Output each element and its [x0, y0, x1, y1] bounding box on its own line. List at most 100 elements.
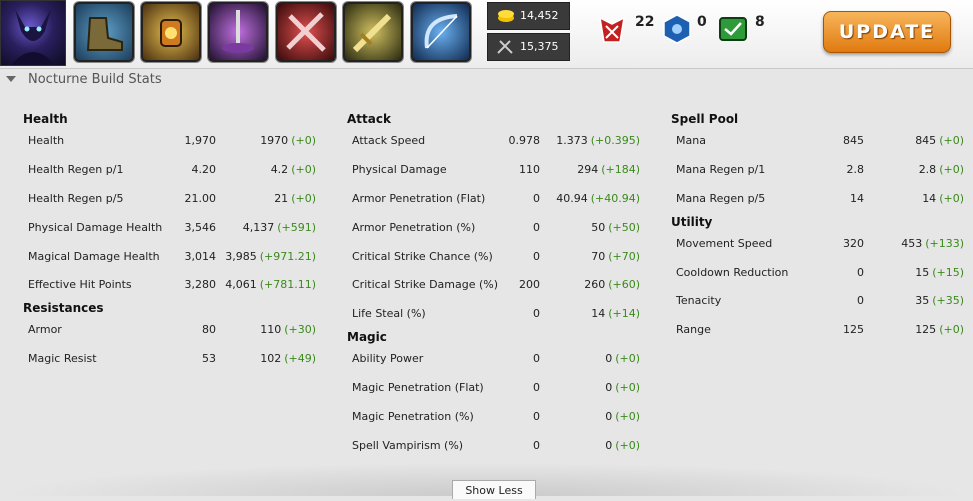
show-less-button[interactable]: Show Less — [452, 480, 536, 499]
stat-total-value: 4.2 (+0) — [271, 163, 316, 176]
stat-base-value: 1,970 — [184, 134, 217, 147]
stat-total-value: 14 (+0) — [922, 192, 964, 205]
stat-bonus: (+15) — [932, 265, 964, 279]
stat-base-value: 3,014 — [184, 249, 217, 263]
golden-sword-icon — [352, 13, 392, 53]
stat-total-value: 1970 (+0) — [260, 134, 316, 147]
group-title-spellpool: Spell Pool — [671, 112, 739, 126]
stat-base-value: 0 — [857, 294, 864, 308]
stat-total: 0 — [605, 438, 613, 452]
stat-total: 1970 — [260, 134, 289, 147]
stats-column-3: Spell Pool Mana 845 845 (+0) Mana Regen p/1 2… — [671, 112, 971, 352]
stat-label: Mana Regen p/5 — [676, 191, 766, 205]
stat-row: Magic Resist 53 102 (+49) — [23, 352, 323, 381]
update-button[interactable]: UPDATE — [823, 11, 951, 53]
stat-total-value: 3,985 (+971.21) — [225, 250, 316, 263]
stat-bonus: (+133) — [925, 236, 964, 250]
item-slot-5[interactable] — [343, 2, 403, 62]
kills-count: 22 — [635, 14, 655, 30]
stat-base-value: 845 — [843, 134, 864, 147]
gold-coins-icon — [498, 10, 514, 22]
stat-bonus: (+0) — [939, 323, 964, 337]
stat-label: Health Regen p/1 — [28, 162, 124, 176]
assists-count: 8 — [755, 14, 765, 30]
stat-total-value: 40.94 (+40.94) — [556, 192, 640, 205]
stat-base-value: 0 — [533, 381, 540, 395]
stat-total: 14 — [922, 191, 937, 205]
group-magic: Ability Power 0 0 (+0) Magic Penetration (Fl… — [347, 352, 647, 468]
stat-row: Armor Penetration (Flat) 0 40.94 (+40.94) — [347, 192, 647, 221]
stat-label: Physical Damage Health — [28, 220, 163, 234]
stat-label: Magic Penetration (%) — [352, 410, 474, 424]
stat-total: 2.8 — [918, 162, 937, 176]
stat-label: Movement Speed — [676, 236, 773, 250]
stat-base-value: 125 — [843, 323, 864, 337]
collapse-triangle-icon[interactable] — [6, 76, 16, 82]
group-spellpool: Mana 845 845 (+0) Mana Regen p/1 2.8 2.8 (+0) Ma… — [671, 134, 971, 221]
stat-bonus: (+35) — [932, 294, 964, 308]
stat-bonus: (+30) — [284, 323, 316, 337]
stat-row: Health Regen p/1 4.20 4.2 (+0) — [23, 163, 323, 192]
stat-label: Health — [28, 134, 65, 147]
stat-label: Armor Penetration (%) — [352, 220, 476, 234]
stat-label: Critical Strike Damage (%) — [352, 278, 499, 292]
stat-label: Attack Speed — [352, 134, 426, 147]
stat-total: 15 — [915, 265, 930, 279]
stat-total: 125 — [915, 323, 937, 337]
gold-counter: 14,452 — [487, 2, 570, 30]
item-slot-3[interactable] — [208, 2, 268, 62]
item-slot-2[interactable] — [141, 2, 201, 62]
stats-column-2: Attack Attack Speed 0.978 1.373 (+0.395) Phy… — [347, 112, 647, 468]
lantern-icon — [160, 19, 182, 47]
stat-total-value: 21 (+0) — [274, 192, 316, 205]
stat-label: Armor — [28, 323, 62, 337]
stat-total: 14 — [591, 307, 606, 321]
stat-total: 1.373 — [556, 134, 588, 147]
stat-base-value: 4.20 — [191, 162, 217, 176]
stat-total-value: 0 (+0) — [605, 352, 640, 365]
stat-row: Armor Penetration (%) 0 50 (+50) — [347, 221, 647, 250]
item-slot-4[interactable] — [276, 2, 336, 62]
stat-row: Movement Speed 320 453 (+133) — [671, 237, 971, 266]
stat-bonus: (+0) — [291, 134, 316, 147]
stat-total: 35 — [915, 294, 930, 308]
stat-base-value: 0 — [533, 410, 540, 424]
item-slot-6[interactable] — [411, 2, 471, 62]
stat-base-value: 200 — [519, 278, 540, 292]
stat-label: Armor Penetration (Flat) — [352, 191, 486, 205]
build-cost-counter: 15,375 — [487, 33, 570, 61]
group-utility: Movement Speed 320 453 (+133) Cooldown Reduc… — [671, 237, 971, 353]
stat-base-value: 21.00 — [184, 191, 217, 205]
stat-bonus: (+0) — [615, 438, 640, 452]
stat-base-value: 0 — [533, 220, 540, 234]
champion-portrait[interactable] — [0, 0, 66, 66]
stat-row: Ability Power 0 0 (+0) — [347, 352, 647, 381]
stat-total-value: 125 (+0) — [915, 323, 964, 336]
assists-icon — [719, 17, 747, 41]
item-slot-1[interactable] — [74, 2, 134, 62]
stat-label: Health Regen p/5 — [28, 191, 124, 205]
group-attack: Attack Speed 0.978 1.373 (+0.395) Physical D… — [347, 134, 647, 336]
build-stats-header[interactable]: Nocturne Build Stats — [0, 69, 973, 91]
stat-base-value: 0.978 — [508, 134, 541, 147]
sword-pedestal-icon — [222, 10, 254, 53]
stat-label: Mana Regen p/1 — [676, 162, 766, 176]
stat-label: Cooldown Reduction — [676, 265, 789, 279]
group-title-health: Health — [23, 112, 68, 126]
stat-base-value: 53 — [202, 352, 216, 366]
stat-total-value: 110 (+30) — [260, 323, 316, 336]
stat-label: Magical Damage Health — [28, 249, 160, 263]
stat-total: 0 — [605, 410, 613, 424]
section-title: Nocturne Build Stats — [28, 72, 162, 87]
stat-label: Life Steal (%) — [352, 307, 426, 321]
crossed-blades-icon — [286, 12, 326, 52]
stat-bonus: (+0.395) — [590, 134, 640, 147]
stat-total-value: 15 (+15) — [915, 266, 964, 279]
stat-row: Mana Regen p/1 2.8 2.8 (+0) — [671, 163, 971, 192]
stat-total: 40.94 — [556, 191, 588, 205]
stat-bonus: (+50) — [608, 220, 640, 234]
stat-bonus: (+0) — [939, 162, 964, 176]
deaths-count: 0 — [697, 14, 707, 30]
stats-column-1: Health Health 1,970 1970 (+0) Health Regen p… — [23, 112, 323, 381]
boots-icon — [86, 17, 123, 51]
